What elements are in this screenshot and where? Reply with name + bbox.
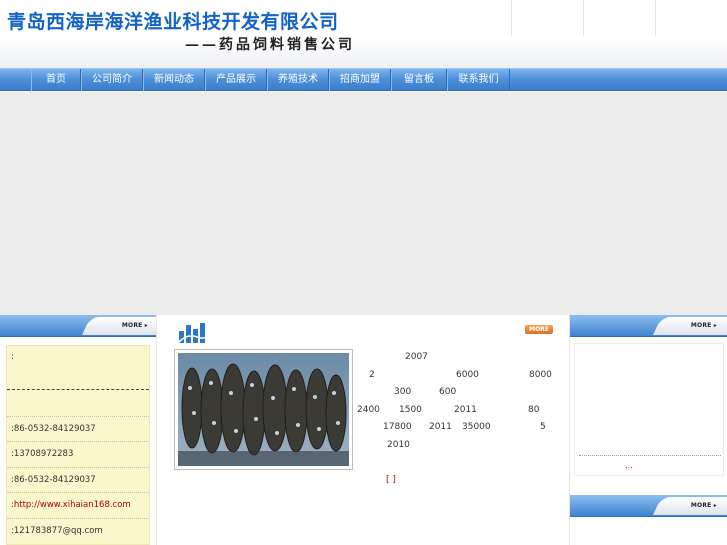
intro-text-fragment: 2400 [357,405,380,415]
nav-item-tech[interactable]: 养殖技术 [267,69,329,91]
header-box-1 [511,0,584,36]
intro-text-fragment: 2 [369,370,375,380]
contact-separator [7,441,149,442]
company-subtitle: ——药品饲料销售公司 [185,37,355,53]
site-header: 青岛西海岸海洋渔业科技开发有限公司 ——药品饲料销售公司 [0,0,727,68]
right-more-button-2[interactable]: MORE [691,502,717,509]
right-section-header-2: MORE [570,495,727,517]
intro-text-fragment: 8000 [529,370,552,380]
right-panel: ... [574,343,724,476]
nav-item-home[interactable]: 首页 [31,69,81,91]
right-column: MORE ... MORE [570,315,727,545]
nav-item-franchise[interactable]: 招商加盟 [329,69,391,91]
intro-text-fragment: 1500 [399,405,422,415]
right-divider [579,455,721,456]
intro-text-fragment: 6000 [456,370,479,380]
intro-text-fragment: 17800 [383,422,412,432]
right-more-dots[interactable]: ... [625,461,633,470]
contact-mobile: :13708972283 [11,449,74,459]
intro-text-fragment: 80 [528,405,540,415]
intro-text-fragment: 2011 [454,405,477,415]
company-title: 青岛西海岸海洋渔业科技开发有限公司 [7,11,339,33]
nav-item-news[interactable]: 新闻动态 [143,69,205,91]
detail-link[interactable]: [ ] [386,475,396,485]
company-intro-icon [177,323,211,343]
intro-text-fragment: 5 [540,422,546,432]
intro-text-fragment: 2010 [387,440,410,450]
nav-item-contact[interactable]: 联系我们 [447,69,510,91]
banner-area [0,92,727,315]
contact-separator [7,518,149,519]
nav-item-products[interactable]: 产品展示 [205,69,267,91]
intro-text-fragment: 2011 [429,422,452,432]
contact-separator [7,416,149,417]
right-more-button[interactable]: MORE [691,322,717,329]
right-section-header: MORE [570,315,727,337]
intro-text-fragment: 600 [439,387,457,397]
contact-panel: : :86-0532-84129037 :13708972283 :86-053… [6,345,150,545]
contact-fax: :86-0532-84129037 [11,475,96,485]
header-box-2 [583,0,656,36]
left-section-header: MORE [0,315,165,337]
contact-line-1: : [11,352,14,362]
intro-text-fragment: 2007 [405,352,428,362]
main-nav: 首页 公司简介 新闻动态 产品展示 养殖技术 招商加盟 留言板 联系我们 [0,68,727,91]
center-column: MORE 2007 2 6000 8000 300 600 2400 1500 … [156,315,570,545]
contact-divider [7,389,149,390]
contact-separator [7,467,149,468]
left-column: MORE : :86-0532-84129037 :13708972283 :8… [0,315,165,545]
nav-item-about[interactable]: 公司简介 [81,69,143,91]
intro-text-fragment: 300 [394,387,412,397]
contact-separator [7,492,149,493]
center-more-button[interactable]: MORE [525,325,553,334]
contact-qq: :121783877@qq.com [11,526,103,536]
contact-phone: :86-0532-84129037 [11,424,96,434]
contact-website-link[interactable]: :http://www.xihaian168.com [11,500,147,510]
intro-text-fragment: 35000 [462,422,491,432]
nav-item-guestbook[interactable]: 留言板 [391,69,447,91]
left-more-button[interactable]: MORE [122,322,148,329]
sea-cucumber-photo [174,349,353,470]
header-box-3 [655,0,727,36]
